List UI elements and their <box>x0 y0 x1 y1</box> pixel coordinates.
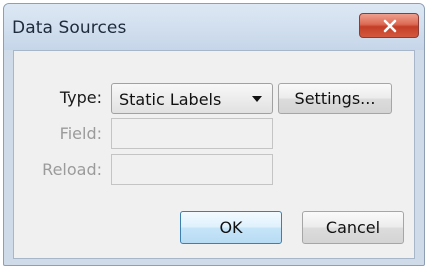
reload-input[interactable] <box>111 154 273 185</box>
data-sources-dialog: Data Sources Type: Static Labels Setting… <box>3 3 425 266</box>
cancel-button[interactable]: Cancel <box>302 211 404 244</box>
dialog-title: Data Sources <box>12 18 127 38</box>
dialog-body: Type: Static Labels Settings... Field: R… <box>13 50 415 259</box>
type-label: Type: <box>59 88 102 107</box>
title-bar[interactable]: Data Sources <box>4 4 424 50</box>
type-dropdown[interactable]: Static Labels <box>111 83 273 114</box>
field-label: Field: <box>59 124 102 143</box>
field-input[interactable] <box>111 118 273 149</box>
chevron-down-icon <box>252 96 262 102</box>
reload-label: Reload: <box>42 160 102 179</box>
ok-button[interactable]: OK <box>180 211 282 244</box>
close-icon <box>383 19 397 33</box>
close-button[interactable] <box>359 13 419 38</box>
type-dropdown-value: Static Labels <box>119 90 222 109</box>
settings-button[interactable]: Settings... <box>278 83 392 114</box>
